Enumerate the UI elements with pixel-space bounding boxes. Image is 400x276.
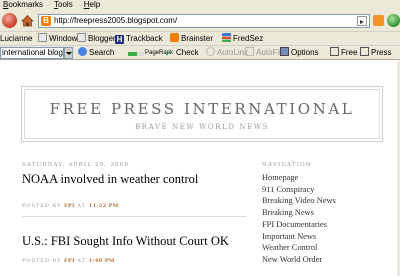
autolink-label: AutoLink	[217, 48, 249, 57]
bookmark-label: Trackback	[126, 34, 163, 43]
bookmark-trackback[interactable]: H Trackback	[115, 32, 163, 46]
chevron-down-icon[interactable]	[64, 47, 73, 59]
address-text[interactable]: http://freepress2005.blogspot.com/	[54, 15, 177, 27]
bookmarks-toolbar: Lucianne Windows Blogger H Trackback Brai…	[0, 31, 400, 45]
nav-link-fpi-documentaries[interactable]: FPI Documentaries	[262, 219, 336, 231]
options-icon	[280, 47, 289, 56]
autofill-label: AutoFill	[256, 48, 283, 57]
blog-description: BRAVE NEW WORLD NEWS	[134, 123, 270, 131]
check-button[interactable]: ✓ Check	[165, 46, 199, 60]
autolink-icon	[206, 47, 215, 56]
address-bar[interactable]: B http://freepress2005.blogspot.com/	[38, 14, 370, 28]
rss-feed-icon[interactable]	[373, 15, 384, 26]
post-footer: POSTED BY FPI AT 1:40 PM	[22, 258, 115, 264]
check-label: Check	[176, 48, 199, 57]
home-icon[interactable]	[20, 13, 35, 28]
nav-link-new-world-order[interactable]: New World Order	[262, 254, 336, 266]
nav-link-important-news[interactable]: Important News	[262, 231, 336, 243]
blogger-icon	[170, 33, 179, 42]
bookmark-brainster[interactable]: Brainster	[170, 32, 213, 46]
options-button[interactable]: Options	[280, 46, 319, 60]
post-divider	[22, 216, 246, 217]
press-label: Press	[371, 48, 392, 57]
address-dropdown-icon[interactable]	[357, 16, 367, 26]
post-time[interactable]: 1:40 PM	[89, 258, 115, 264]
nav-link-homepage[interactable]: Homepage	[262, 172, 336, 184]
go-button[interactable]	[387, 14, 400, 27]
spellcheck-icon: ✓	[165, 51, 171, 58]
blog-header: FREE PRESS INTERNATIONAL BRAVE NEW WORLD…	[21, 86, 383, 142]
stop-icon[interactable]	[2, 13, 17, 28]
post-title[interactable]: NOAA involved in weather control	[22, 172, 198, 187]
menu-bookmarks[interactable]: Bookmarks	[3, 0, 43, 9]
pagerank-bar-icon	[128, 52, 144, 56]
nav-link-breaking-news[interactable]: Breaking News	[262, 207, 336, 219]
h-icon: H	[115, 35, 124, 44]
toolbar-search-button[interactable]: Search	[78, 46, 114, 60]
post-author[interactable]: FPI	[64, 258, 75, 264]
page-icon	[360, 47, 369, 56]
posted-by-label: POSTED BY	[22, 258, 62, 264]
at-label: AT	[77, 258, 87, 264]
posted-by-label: POSTED BY	[22, 203, 62, 209]
page-icon	[330, 47, 339, 56]
nav-link-weather-control[interactable]: Weather Control	[262, 242, 336, 254]
autolink-button[interactable]: AutoLink	[206, 46, 248, 60]
menu-tools[interactable]: Tools	[54, 0, 73, 9]
nav-link-911-conspiracy[interactable]: 911 Conspiracy	[262, 184, 336, 196]
blog-title[interactable]: FREE PRESS INTERNATIONAL	[25, 100, 379, 118]
bookmark-label: Brainster	[181, 34, 214, 43]
bookmark-label: FredSez	[233, 34, 264, 43]
menu-bar: Bookmarks Tools Help	[0, 0, 400, 11]
autofill-icon	[245, 47, 254, 56]
bookmark-blogger[interactable]: Blogger	[77, 32, 116, 46]
nav-link-breaking-video-news[interactable]: Breaking Video News	[262, 195, 336, 207]
press-button[interactable]: Press	[360, 46, 391, 60]
toolbar-search-input[interactable]: international blog	[0, 47, 64, 59]
navigation-list: Homepage 911 Conspiracy Breaking Video N…	[262, 172, 336, 266]
page-content: FREE PRESS INTERNATIONAL BRAVE NEW WORLD…	[0, 61, 400, 276]
post-footer: POSTED BY FPI AT 11:22 PM	[22, 203, 119, 209]
at-label: AT	[77, 203, 87, 209]
autofill-button[interactable]: AutoFill	[245, 46, 283, 60]
blogger-favicon-icon: B	[41, 16, 51, 26]
blog-header-inner: FREE PRESS INTERNATIONAL BRAVE NEW WORLD…	[24, 89, 380, 139]
bookmark-lucianne[interactable]: Lucianne	[0, 32, 32, 46]
bookmark-fredsez[interactable]: FredSez	[222, 32, 263, 46]
post-author[interactable]: FPI	[64, 203, 75, 209]
free-button[interactable]: Free	[330, 46, 357, 60]
page-icon	[77, 33, 86, 42]
post-title[interactable]: U.S.: FBI Sought Info Without Court OK	[22, 234, 229, 249]
google-toolbar: international blog Search PageRank ✓ Chec…	[0, 45, 400, 60]
options-label: Options	[291, 48, 319, 57]
google-icon	[78, 47, 87, 56]
free-label: Free	[341, 48, 358, 57]
date-header: SATURDAY, APRIL 29, 2006	[22, 162, 130, 168]
page-icon	[38, 33, 47, 42]
bookmark-windows[interactable]: Windows	[38, 32, 81, 46]
bars-icon	[222, 33, 231, 42]
navigation-toolbar: B http://freepress2005.blogspot.com/	[0, 11, 400, 31]
toolbar-search-label: Search	[89, 48, 115, 57]
bookmark-label: Blogger	[88, 34, 116, 43]
bookmark-label: Lucianne	[0, 34, 33, 43]
post-time[interactable]: 11:22 PM	[89, 203, 119, 209]
sidebar-title: NAVIGATION	[262, 162, 312, 168]
menu-help[interactable]: Help	[84, 0, 100, 9]
